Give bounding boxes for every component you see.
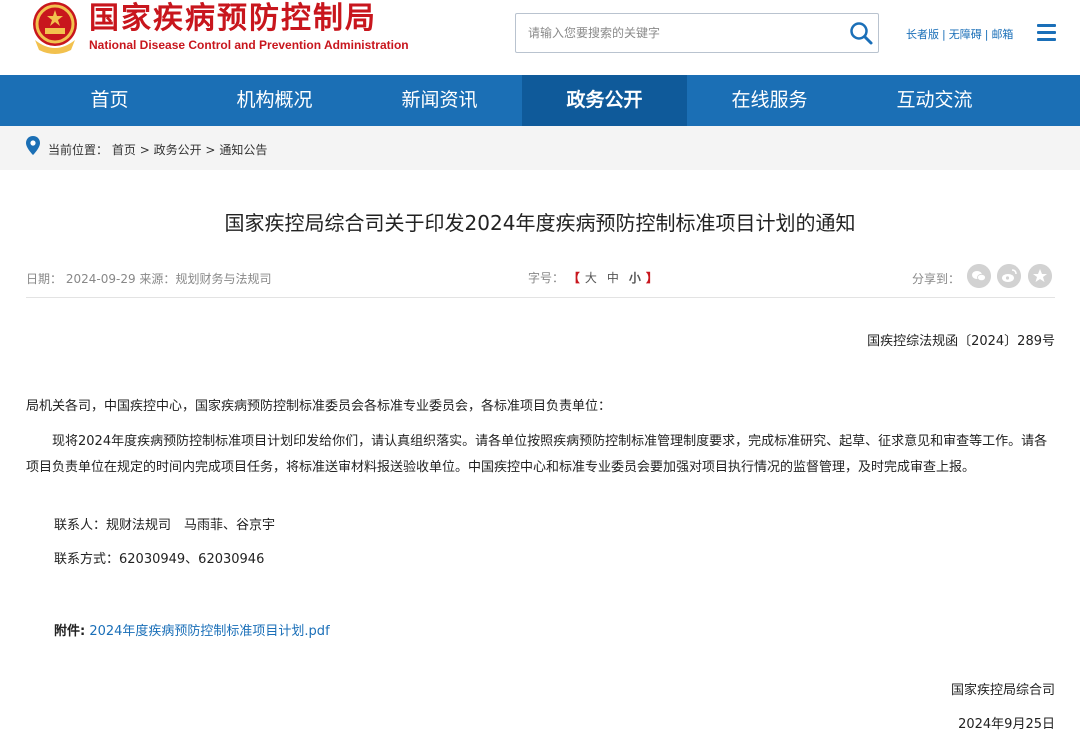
breadcrumb-government-affairs[interactable]: 政务公开 [154,143,202,157]
article-title: 国家疾控局综合司关于印发2024年度疾病预防控制标准项目计划的通知 [224,211,856,235]
breadcrumb-separator: > [139,143,150,157]
breadcrumb-separator: > [205,143,216,157]
breadcrumb: 当前位置： 首页 > 政务公开 > 通知公告 [0,126,1080,170]
bracket-open: 【 [567,271,580,285]
search-input[interactable] [516,14,836,52]
main-nav: 首页 机构概况 新闻资讯 政务公开 在线服务 互动交流 [0,75,1080,126]
date-label: 日期： [26,272,63,286]
site-header: 国家疾病预防控制局 National Disease Control and P… [0,0,1080,75]
top-links: 长者版 | 无障碍 | 邮箱 [906,28,1014,41]
attachment: 附件: 2024年度疾病预防控制标准项目计划.pdf [54,620,330,639]
signing-date: 2024年9月25日 [958,717,1055,732]
weibo-share-icon[interactable] [997,264,1021,288]
contact-phone: 联系方式：62030949、62030946 [54,552,265,567]
nav-item-home[interactable]: 首页 [27,75,192,126]
breadcrumb-home[interactable]: 首页 [112,143,136,157]
publish-date: 2024-09-29 [65,272,136,286]
favorite-share-icon[interactable] [1028,264,1052,288]
attachment-label: 附件: [54,624,86,639]
salutation: 局机关各司，中国疾控中心，国家疾病预防控制标准委员会各标准专业委员会，各标准项目… [26,399,612,414]
share-label: 分享到： [912,272,961,286]
breadcrumb-trail: 当前位置： 首页 > 政务公开 > 通知公告 [48,141,267,158]
font-size-medium[interactable]: 中 [607,271,619,285]
meta-divider [26,297,1055,298]
site-name-en[interactable]: National Disease Control and Prevention … [89,38,409,52]
national-emblem-icon[interactable] [27,0,83,56]
nav-item-online-services[interactable]: 在线服务 [687,75,852,126]
source-label: 来源： [139,272,176,286]
bracket-close: 】 [645,271,658,285]
font-size-label: 字号： [528,271,565,285]
accessibility-link[interactable]: 无障碍 [949,28,982,41]
nav-item-about[interactable]: 机构概况 [192,75,357,126]
menu-icon[interactable] [1037,24,1056,42]
document-number: 国疾控综法规函〔2024〕289号 [867,334,1055,349]
article-meta: 日期： 2024-09-29 来源：规划财务与法规司 [26,270,271,287]
breadcrumb-label: 当前位置： [48,143,109,157]
attachment-link[interactable]: 2024年度疾病预防控制标准项目计划.pdf [89,624,329,639]
font-size-switcher: 字号： 【大中小】 [528,269,658,286]
nav-item-news[interactable]: 新闻资讯 [357,75,522,126]
body-paragraph: 现将2024年度疾病预防控制标准项目计划印发给你们，请认真组织落实。请各单位按照… [26,434,1048,475]
location-pin-icon [26,136,40,155]
breadcrumb-notices[interactable]: 通知公告 [219,143,267,157]
contact-person: 联系人：规财法规司 马雨菲、谷京宇 [54,518,276,533]
nav-item-interaction[interactable]: 互动交流 [852,75,1017,126]
search-box [515,13,879,53]
source-name: 规划财务与法规司 [175,272,272,286]
nav-item-government-affairs[interactable]: 政务公开 [522,75,687,126]
mailbox-link[interactable]: 邮箱 [991,28,1013,41]
font-size-large[interactable]: 大 [585,271,597,285]
signing-organization: 国家疾控局综合司 [950,683,1055,698]
wechat-share-icon[interactable] [967,264,991,288]
search-icon[interactable] [848,20,874,46]
site-name-cn[interactable]: 国家疾病预防控制局 [89,0,377,38]
elder-version-link[interactable]: 长者版 [906,28,939,41]
font-size-small[interactable]: 小 [629,271,641,285]
